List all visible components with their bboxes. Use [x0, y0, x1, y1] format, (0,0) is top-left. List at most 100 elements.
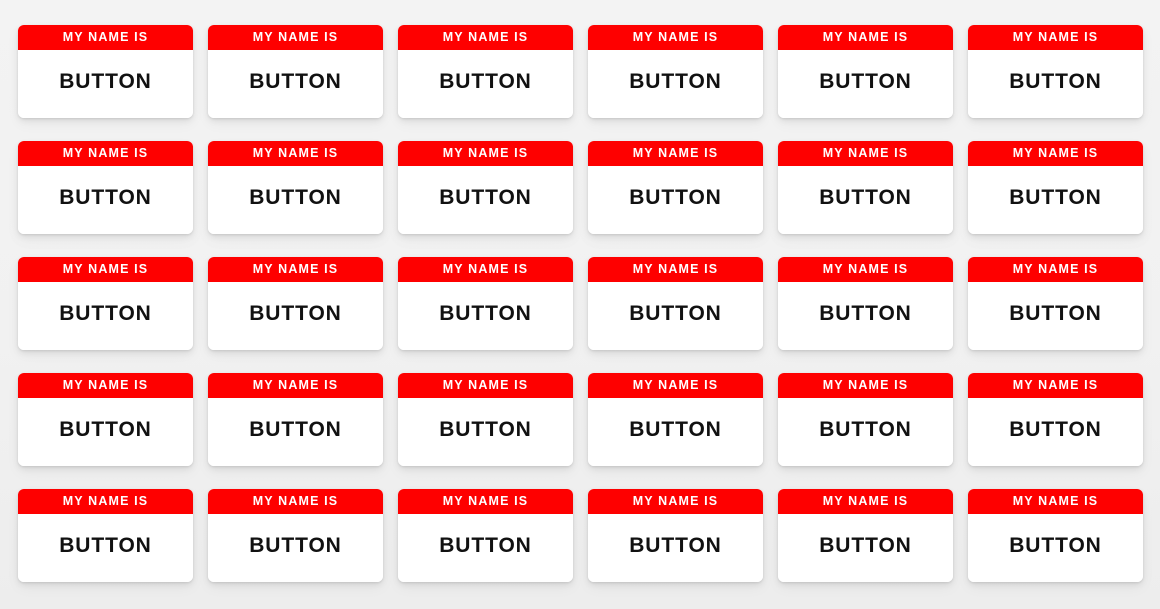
badge-name-label: BUTTON [59, 533, 152, 557]
badge-header: MY NAME IS [588, 489, 763, 514]
badge-body: BUTTON [778, 282, 953, 350]
name-badge-button[interactable]: MY NAME IS BUTTON [398, 257, 573, 350]
badge-header-label: MY NAME IS [442, 146, 529, 161]
badge-name-label: BUTTON [1009, 417, 1102, 441]
badge-header-label: MY NAME IS [822, 262, 909, 277]
name-badge-button[interactable]: MY NAME IS BUTTON [588, 489, 763, 582]
badge-header-label: MY NAME IS [252, 262, 339, 277]
name-badge-button[interactable]: MY NAME IS BUTTON [968, 25, 1143, 118]
badge-name-label: BUTTON [59, 301, 152, 325]
name-badge-button[interactable]: MY NAME IS BUTTON [398, 141, 573, 234]
name-badge-button[interactable]: MY NAME IS BUTTON [778, 373, 953, 466]
badge-name-label: BUTTON [819, 69, 912, 93]
badge-header: MY NAME IS [18, 489, 193, 514]
badge-name-label: BUTTON [59, 417, 152, 441]
badge-header: MY NAME IS [778, 489, 953, 514]
badge-name-label: BUTTON [59, 69, 152, 93]
name-badge-button[interactable]: MY NAME IS BUTTON [588, 141, 763, 234]
badge-header-label: MY NAME IS [1012, 262, 1099, 277]
badge-header: MY NAME IS [968, 141, 1143, 166]
name-badge-button[interactable]: MY NAME IS BUTTON [208, 489, 383, 582]
name-badge-button[interactable]: MY NAME IS BUTTON [588, 25, 763, 118]
badge-header: MY NAME IS [968, 257, 1143, 282]
name-badge-button[interactable]: MY NAME IS BUTTON [398, 25, 573, 118]
name-badge-button[interactable]: MY NAME IS BUTTON [208, 25, 383, 118]
badge-header: MY NAME IS [398, 25, 573, 50]
name-badge-button[interactable]: MY NAME IS BUTTON [778, 141, 953, 234]
badge-body: BUTTON [18, 166, 193, 234]
badge-header-label: MY NAME IS [62, 262, 149, 277]
badge-name-label: BUTTON [819, 533, 912, 557]
name-badge-button[interactable]: MY NAME IS BUTTON [398, 373, 573, 466]
badge-header-label: MY NAME IS [442, 494, 529, 509]
badge-body: BUTTON [588, 50, 763, 118]
badge-header: MY NAME IS [18, 257, 193, 282]
badge-header: MY NAME IS [398, 257, 573, 282]
badge-header-label: MY NAME IS [252, 378, 339, 393]
badge-header-label: MY NAME IS [1012, 494, 1099, 509]
badge-body: BUTTON [18, 282, 193, 350]
badge-name-label: BUTTON [1009, 69, 1102, 93]
badge-body: BUTTON [968, 282, 1143, 350]
name-badge-button[interactable]: MY NAME IS BUTTON [588, 257, 763, 350]
name-badge-button[interactable]: MY NAME IS BUTTON [968, 373, 1143, 466]
badge-body: BUTTON [398, 398, 573, 466]
name-badge-button[interactable]: MY NAME IS BUTTON [208, 373, 383, 466]
badge-header-label: MY NAME IS [632, 378, 719, 393]
badge-header: MY NAME IS [398, 373, 573, 398]
badge-body: BUTTON [778, 50, 953, 118]
badge-name-label: BUTTON [819, 417, 912, 441]
badge-name-label: BUTTON [439, 69, 532, 93]
name-badge-button[interactable]: MY NAME IS BUTTON [208, 141, 383, 234]
badge-body: BUTTON [778, 514, 953, 582]
badge-grid: MY NAME IS BUTTON MY NAME IS BUTTON MY NAME … [18, 25, 1143, 582]
name-badge-button[interactable]: MY NAME IS BUTTON [588, 373, 763, 466]
name-badge-button[interactable]: MY NAME IS BUTTON [968, 257, 1143, 350]
name-badge-button[interactable]: MY NAME IS BUTTON [18, 25, 193, 118]
badge-body: BUTTON [398, 282, 573, 350]
badge-header-label: MY NAME IS [1012, 378, 1099, 393]
badge-body: BUTTON [208, 514, 383, 582]
name-badge-button[interactable]: MY NAME IS BUTTON [18, 489, 193, 582]
name-badge-button[interactable]: MY NAME IS BUTTON [968, 489, 1143, 582]
badge-name-label: BUTTON [439, 185, 532, 209]
name-badge-button[interactable]: MY NAME IS BUTTON [778, 489, 953, 582]
badge-header-label: MY NAME IS [62, 30, 149, 45]
name-badge-button[interactable]: MY NAME IS BUTTON [18, 257, 193, 350]
badge-header-label: MY NAME IS [252, 30, 339, 45]
name-badge-button[interactable]: MY NAME IS BUTTON [18, 141, 193, 234]
name-badge-button[interactable]: MY NAME IS BUTTON [18, 373, 193, 466]
badge-name-label: BUTTON [249, 417, 342, 441]
badge-name-label: BUTTON [629, 69, 722, 93]
badge-body: BUTTON [968, 514, 1143, 582]
name-badge-button[interactable]: MY NAME IS BUTTON [398, 489, 573, 582]
badge-body: BUTTON [208, 166, 383, 234]
name-badge-button[interactable]: MY NAME IS BUTTON [778, 257, 953, 350]
name-badge-button[interactable]: MY NAME IS BUTTON [778, 25, 953, 118]
badge-header: MY NAME IS [588, 25, 763, 50]
badge-header-label: MY NAME IS [632, 262, 719, 277]
badge-header-label: MY NAME IS [822, 30, 909, 45]
badge-header-label: MY NAME IS [62, 378, 149, 393]
badge-header: MY NAME IS [18, 373, 193, 398]
badge-name-label: BUTTON [439, 417, 532, 441]
badge-name-label: BUTTON [629, 533, 722, 557]
badge-header-label: MY NAME IS [632, 30, 719, 45]
badge-body: BUTTON [588, 398, 763, 466]
badge-body: BUTTON [588, 166, 763, 234]
badge-name-label: BUTTON [1009, 301, 1102, 325]
badge-header-label: MY NAME IS [822, 494, 909, 509]
name-badge-button[interactable]: MY NAME IS BUTTON [968, 141, 1143, 234]
badge-name-label: BUTTON [249, 301, 342, 325]
badge-body: BUTTON [398, 50, 573, 118]
name-badge-button[interactable]: MY NAME IS BUTTON [208, 257, 383, 350]
badge-header: MY NAME IS [588, 141, 763, 166]
badge-body: BUTTON [968, 166, 1143, 234]
badge-body: BUTTON [398, 166, 573, 234]
badge-header-label: MY NAME IS [252, 494, 339, 509]
badge-body: BUTTON [588, 282, 763, 350]
badge-body: BUTTON [208, 282, 383, 350]
badge-body: BUTTON [778, 166, 953, 234]
badge-body: BUTTON [968, 398, 1143, 466]
badge-body: BUTTON [588, 514, 763, 582]
